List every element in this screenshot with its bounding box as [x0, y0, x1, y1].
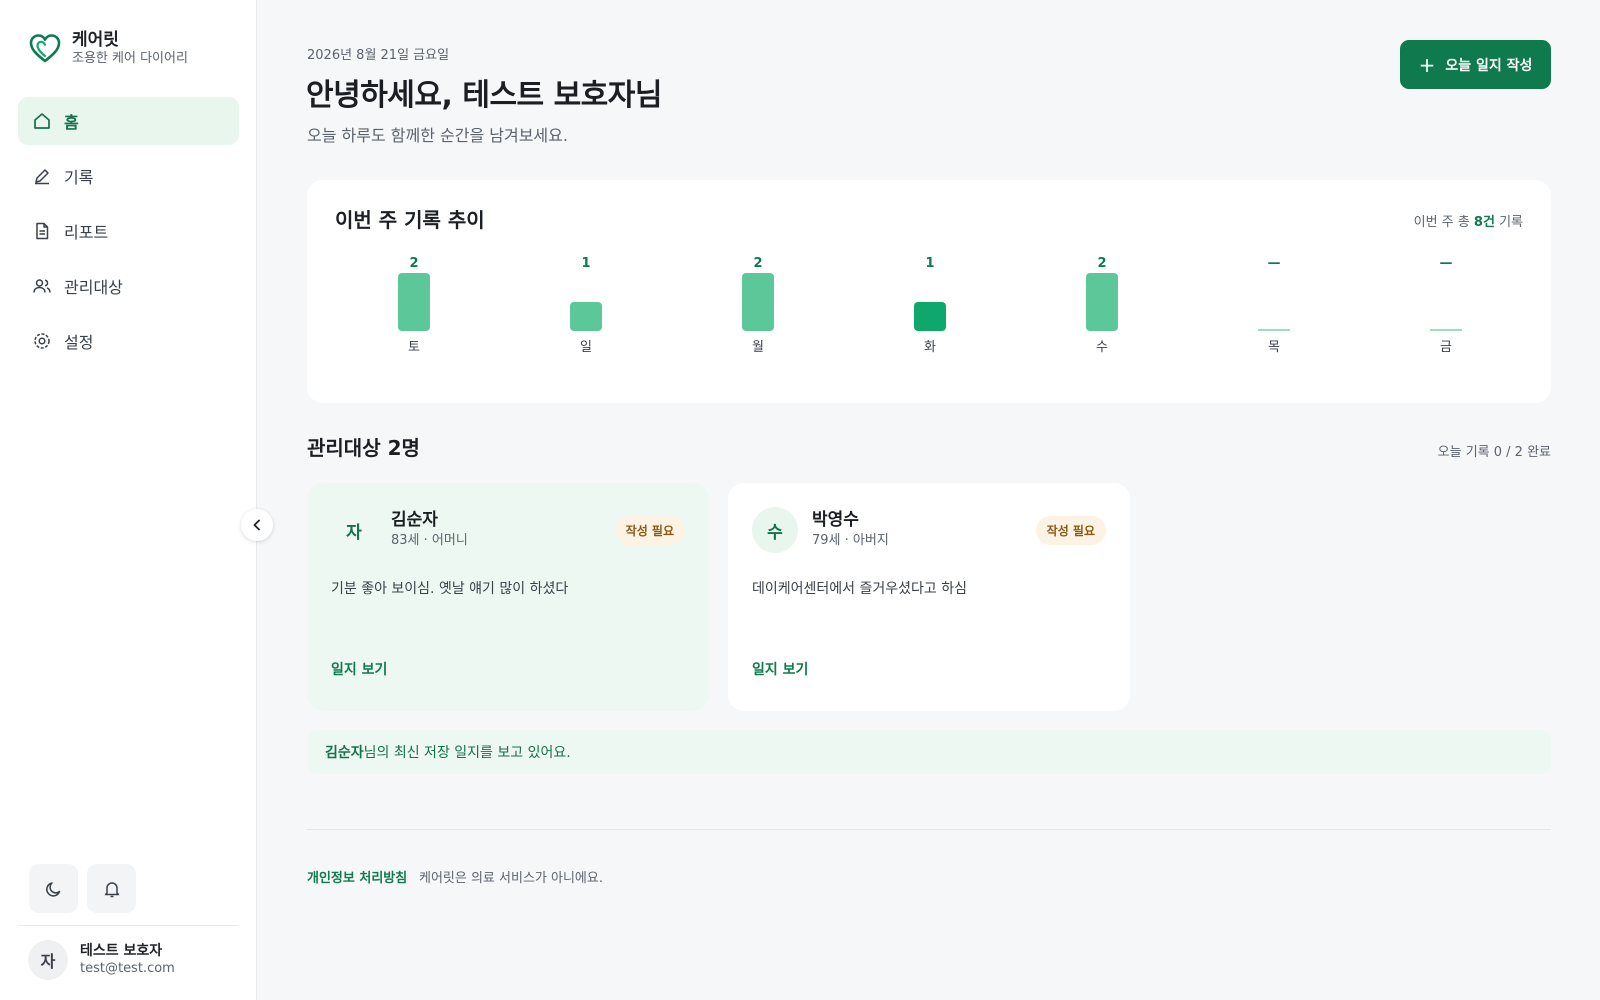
- recipients-title: 관리대상 2명: [307, 436, 420, 460]
- category-label: 금: [1440, 340, 1452, 355]
- bar-value-label: 1: [925, 256, 934, 271]
- chevron-left-icon: [253, 519, 260, 531]
- notifications-button[interactable]: [87, 864, 136, 913]
- nav-item-recipients[interactable]: 관리대상: [18, 262, 239, 310]
- theme-toggle-button[interactable]: [29, 864, 78, 913]
- footer-divider: [307, 829, 1551, 830]
- weekly-bar-chart: 2 토 1 일 2 월 1 화 2 수 — 목 — 금: [398, 256, 1462, 355]
- pencil-icon: [32, 166, 52, 186]
- category-label: 월: [752, 340, 764, 355]
- users-icon: [32, 276, 52, 296]
- moon-icon: [45, 881, 60, 897]
- recipient-note: 기분 좋아 보이심. 옛날 얘기 많이 하셨다: [331, 581, 569, 597]
- bar-value-label: 2: [753, 256, 762, 271]
- recipient-meta: 79세 · 아버지: [812, 532, 889, 548]
- sidebar: 케어릿 조용한 케어 다이어리 홈 기록 리포트 관리대상 설정 자 테스트 보…: [0, 0, 257, 1000]
- nav-item-label: 홈: [64, 113, 79, 132]
- recipient-meta: 83세 · 어머니: [391, 532, 468, 548]
- category-label: 화: [924, 340, 936, 355]
- nav-item-label: 리포트: [64, 223, 109, 242]
- current-date: 2026년 8월 21일 금요일: [307, 48, 450, 63]
- bar-empty: [1430, 329, 1462, 331]
- weekly-total-prefix: 이번 주 총: [1413, 215, 1474, 230]
- bar: [398, 273, 430, 331]
- weekly-total-suffix: 기록: [1494, 215, 1523, 230]
- write-today-log-button[interactable]: + 오늘 일지 작성: [1400, 40, 1551, 89]
- recipient-card[interactable]: 수 박영수 79세 · 아버지 작성 필요 데이케어센터에서 즐거우셨다고 하심…: [728, 483, 1130, 711]
- document-icon: [32, 221, 52, 241]
- page-title: 안녕하세요, 테스트 보호자님: [306, 78, 663, 113]
- recipient-card[interactable]: 자 김순자 83세 · 어머니 작성 필요 기분 좋아 보이심. 옛날 얘기 많…: [307, 483, 709, 711]
- category-label: 수: [1096, 340, 1108, 355]
- profile-email: test@test.com: [80, 961, 175, 976]
- nav-item-label: 설정: [64, 333, 94, 352]
- bar-value-label: —: [1268, 256, 1281, 271]
- banner-name: 김순자: [325, 745, 364, 761]
- nav-item-home[interactable]: 홈: [18, 97, 239, 145]
- bell-icon: [104, 881, 119, 897]
- brand-name: 케어릿: [72, 30, 119, 50]
- user-profile[interactable]: 자 테스트 보호자 test@test.com: [28, 940, 175, 980]
- view-log-link[interactable]: 일지 보기: [331, 659, 387, 679]
- chart-title: 이번 주 기록 추이: [335, 208, 485, 232]
- weekly-chart-card: 2 토 1 일 2 월 1 화 2 수 — 목 — 금 이번 주 기록 추이 이번 주 총 8건 기록: [307, 180, 1551, 403]
- recipient-name: 박영수: [812, 509, 859, 530]
- nav-item-label: 관리대상: [64, 278, 123, 297]
- bar-value-label: —: [1440, 256, 1453, 271]
- privacy-policy-link[interactable]: 개인정보 처리방침: [307, 867, 407, 886]
- category-label: 일: [580, 340, 592, 355]
- bar-value-label: 2: [1097, 256, 1106, 271]
- info-banner: 김순자 님의 최신 저장 일지를 보고 있어요.: [307, 730, 1551, 774]
- page-subtitle: 오늘 하루도 함께한 순간을 남겨보세요.: [307, 126, 568, 145]
- category-label: 목: [1268, 340, 1280, 355]
- nav-item-records[interactable]: 기록: [18, 152, 239, 200]
- plus-icon: +: [1418, 52, 1436, 77]
- brand-tagline: 조용한 케어 다이어리: [72, 51, 188, 66]
- status-badge: 작성 필요: [614, 516, 685, 545]
- footer-disclaimer: 케어릿은 의료 서비스가 아니에요.: [419, 871, 603, 886]
- category-label: 토: [408, 340, 420, 355]
- gear-icon: [32, 331, 52, 351]
- weekly-total-value: 8건: [1473, 215, 1495, 230]
- recipients-status: 오늘 기록 0 / 2 완료: [1437, 445, 1551, 460]
- brand[interactable]: 케어릿 조용한 케어 다이어리: [28, 30, 188, 68]
- bar-empty: [1258, 329, 1290, 331]
- recipient-note: 데이케어센터에서 즐거우셨다고 하심: [752, 581, 967, 597]
- nav-item-label: 기록: [64, 168, 94, 187]
- collapse-sidebar-button[interactable]: [241, 509, 273, 541]
- home-icon: [32, 111, 52, 131]
- sidebar-tools: [29, 864, 145, 913]
- heart-logo-icon: [29, 34, 61, 63]
- nav-item-settings[interactable]: 설정: [18, 317, 239, 365]
- status-badge: 작성 필요: [1035, 516, 1106, 545]
- banner-text: 님의 최신 저장 일지를 보고 있어요.: [363, 745, 571, 761]
- bar: [914, 302, 946, 331]
- bar: [1086, 273, 1118, 331]
- avatar: 자: [28, 940, 68, 980]
- weekly-total: 이번 주 총 8건 기록: [1414, 211, 1523, 230]
- bar-value-label: 1: [581, 256, 590, 271]
- bar: [742, 273, 774, 331]
- recipient-avatar: 자: [331, 507, 377, 553]
- view-log-link[interactable]: 일지 보기: [752, 659, 808, 679]
- bar-value-label: 2: [409, 256, 418, 271]
- recipient-name: 김순자: [391, 509, 438, 530]
- main-nav: 홈 기록 리포트 관리대상 설정: [18, 97, 239, 372]
- nav-item-reports[interactable]: 리포트: [18, 207, 239, 255]
- write-button-label: 오늘 일지 작성: [1445, 57, 1533, 74]
- profile-name: 테스트 보호자: [80, 943, 163, 959]
- sidebar-divider: [18, 925, 239, 926]
- bar: [570, 302, 602, 331]
- recipient-avatar: 수: [752, 507, 798, 553]
